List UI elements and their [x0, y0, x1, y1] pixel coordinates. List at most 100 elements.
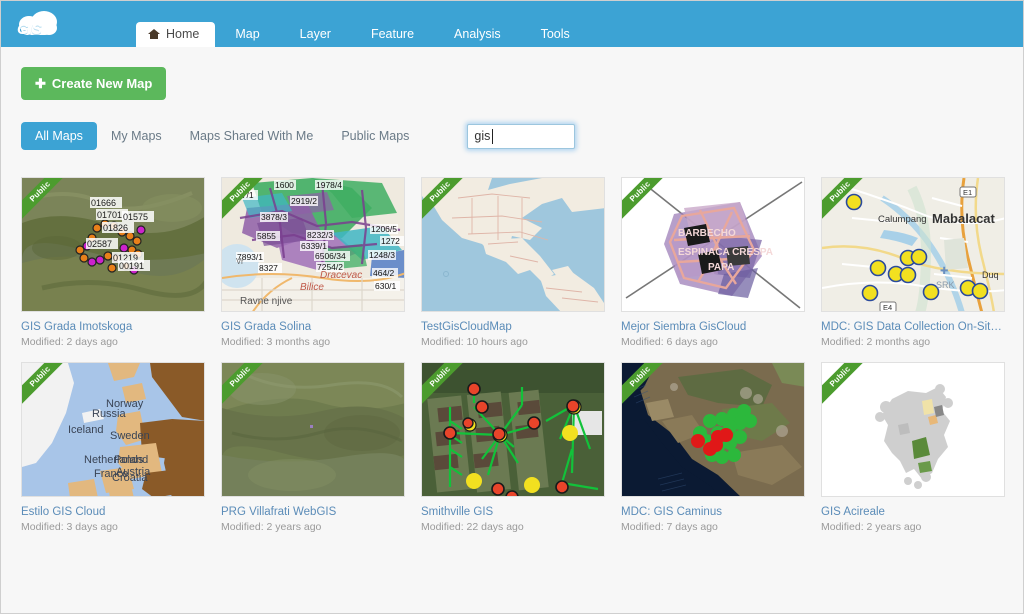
- map-thumbnail[interactable]: Public: [821, 362, 1005, 497]
- svg-text:464/2: 464/2: [373, 268, 395, 278]
- map-card-title[interactable]: GIS Acireale: [821, 506, 1005, 518]
- cloud-icon[interactable]: GIS: [9, 5, 71, 45]
- logo-text: GIS: [17, 21, 42, 38]
- svg-text:01575: 01575: [123, 212, 148, 222]
- filter-all-maps[interactable]: All Maps: [21, 122, 97, 150]
- top-navigation-bar: GIS Home Map Layer Feature Analysis Tool…: [1, 1, 1023, 47]
- map-thumbnail[interactable]: Public: [421, 362, 605, 497]
- map-card[interactable]: Norway Russia Iceland Sweden Netherlands…: [21, 362, 205, 533]
- svg-text:8232/3: 8232/3: [307, 230, 333, 240]
- tab-layer[interactable]: Layer: [280, 22, 351, 47]
- map-card-modified: Modified: 3 days ago: [21, 521, 118, 533]
- filter-my-maps[interactable]: My Maps: [97, 122, 176, 150]
- svg-text:Ravne njive: Ravne njive: [240, 296, 293, 307]
- map-thumbnail[interactable]: 1600 1978/4 97/1 2919/2 3878/3 5855 8232…: [221, 177, 405, 312]
- svg-text:BARBECHO: BARBECHO: [678, 228, 736, 239]
- svg-text:Mabalacat: Mabalacat: [932, 211, 996, 226]
- map-card[interactable]: Public MDC: GIS Caminus Modified: 7 days…: [621, 362, 805, 533]
- map-card-modified: Modified: 3 months ago: [221, 336, 331, 348]
- map-card[interactable]: Public PRG Villafrati WebGIS Modified: 2…: [221, 362, 405, 533]
- svg-text:Russia: Russia: [92, 408, 127, 420]
- text-cursor: [492, 128, 494, 144]
- svg-text:1600: 1600: [275, 180, 294, 190]
- map-card-title[interactable]: Estilo GIS Cloud: [21, 506, 205, 518]
- tab-home[interactable]: Home: [136, 22, 216, 47]
- map-card-title[interactable]: PRG Villafrati WebGIS: [221, 506, 405, 518]
- search-input[interactable]: [467, 123, 576, 149]
- map-card[interactable]: Public GIS Acireale Modified: 2 years ag…: [821, 362, 1005, 533]
- svg-text:SRK: SRK: [936, 280, 955, 290]
- tab-feature[interactable]: Feature: [351, 22, 434, 47]
- svg-text:01666: 01666: [91, 198, 116, 208]
- map-thumbnail[interactable]: Calumpang Mabalacat SRK Duq E1 E4 ✚ Publ…: [821, 177, 1005, 312]
- map-thumbnail[interactable]: Public: [421, 177, 605, 312]
- map-card[interactable]: BARBECHO ESPINACA CRESPA PAPA Public Mej…: [621, 177, 805, 348]
- map-card[interactable]: 1600 1978/4 97/1 2919/2 3878/3 5855 8232…: [221, 177, 405, 348]
- home-icon: [148, 29, 160, 40]
- svg-text:ESPINACA CRESPA: ESPINACA CRESPA: [678, 247, 773, 258]
- svg-text:02587: 02587: [87, 239, 112, 249]
- map-thumbnail[interactable]: Norway Russia Iceland Sweden Netherlands…: [21, 362, 205, 497]
- map-card[interactable]: Calumpang Mabalacat SRK Duq E1 E4 ✚ Publ…: [821, 177, 1005, 348]
- map-thumbnail[interactable]: Public: [621, 362, 805, 497]
- svg-text:Calumpang: Calumpang: [878, 214, 927, 225]
- svg-text:3878/3: 3878/3: [261, 212, 287, 222]
- svg-text:✚: ✚: [940, 266, 948, 277]
- svg-text:2919/2: 2919/2: [291, 196, 317, 206]
- svg-text:5855: 5855: [257, 231, 276, 241]
- map-card-title[interactable]: MDC: GIS Data Collection On-Site - ...: [821, 321, 1005, 333]
- map-card-title[interactable]: MDC: GIS Caminus: [621, 506, 805, 518]
- search-wrapper: [467, 123, 576, 149]
- svg-text:Croatia: Croatia: [112, 472, 148, 484]
- svg-text:6506/34: 6506/34: [315, 251, 346, 261]
- svg-text:E4: E4: [883, 303, 892, 312]
- map-card-title[interactable]: GIS Grada Solina: [221, 321, 405, 333]
- map-card-modified: Modified: 2 years ago: [821, 521, 922, 533]
- map-card-modified: Modified: 10 hours ago: [421, 336, 528, 348]
- svg-text:Duq: Duq: [982, 270, 999, 280]
- map-card-title[interactable]: Smithville GIS: [421, 506, 605, 518]
- map-thumbnail[interactable]: Public: [221, 362, 405, 497]
- svg-text:Vr: Vr: [236, 257, 244, 266]
- svg-text:1978/4: 1978/4: [316, 180, 342, 190]
- tab-home-label: Home: [166, 27, 200, 41]
- svg-text:8327: 8327: [259, 263, 278, 273]
- svg-text:Poland: Poland: [114, 454, 148, 466]
- map-card-modified: Modified: 2 months ago: [821, 336, 931, 348]
- tab-analysis[interactable]: Analysis: [434, 22, 521, 47]
- filter-maps-shared-with-me[interactable]: Maps Shared With Me: [176, 122, 328, 150]
- map-thumbnail[interactable]: BARBECHO ESPINACA CRESPA PAPA Public: [621, 177, 805, 312]
- maps-grid: 01666 01701 01575 01826 02587 01219 0019…: [21, 177, 1005, 533]
- svg-text:E1: E1: [963, 188, 972, 197]
- svg-text:1248/3: 1248/3: [369, 250, 395, 260]
- tab-map[interactable]: Map: [215, 22, 279, 47]
- svg-text:01701: 01701: [97, 210, 122, 220]
- map-card[interactable]: Public Smithville GIS Modified: 22 days …: [421, 362, 605, 533]
- map-card-modified: Modified: 6 days ago: [621, 336, 718, 348]
- filter-bar: All Maps My Maps Maps Shared With Me Pub…: [21, 121, 1003, 151]
- svg-text:Dracevac: Dracevac: [320, 270, 362, 281]
- tab-tools[interactable]: Tools: [521, 22, 590, 47]
- svg-text:6339/1: 6339/1: [301, 241, 327, 251]
- map-card[interactable]: 01666 01701 01575 01826 02587 01219 0019…: [21, 177, 205, 348]
- map-card-title[interactable]: GIS Grada Imotskoga: [21, 321, 205, 333]
- nav-tabs: Home Map Layer Feature Analysis Tools: [136, 1, 590, 47]
- create-new-map-button[interactable]: ✚ Create New Map: [21, 67, 167, 100]
- map-card-title[interactable]: Mejor Siembra GisCloud: [621, 321, 805, 333]
- svg-text:1272: 1272: [381, 236, 400, 246]
- svg-text:Bilice: Bilice: [300, 282, 324, 293]
- svg-text:1206/5: 1206/5: [371, 224, 397, 234]
- svg-text:Sweden: Sweden: [110, 430, 150, 442]
- map-card-title[interactable]: TestGisCloudMap: [421, 321, 605, 333]
- map-card-modified: Modified: 2 days ago: [21, 336, 118, 348]
- application-window: GIS Home Map Layer Feature Analysis Tool…: [0, 0, 1024, 614]
- svg-text:PAPA: PAPA: [708, 262, 734, 273]
- svg-text:01826: 01826: [103, 223, 128, 233]
- svg-text:00191: 00191: [119, 261, 144, 271]
- filter-public-maps[interactable]: Public Maps: [327, 122, 423, 150]
- map-thumbnail[interactable]: 01666 01701 01575 01826 02587 01219 0019…: [21, 177, 205, 312]
- map-card-modified: Modified: 7 days ago: [621, 521, 718, 533]
- map-card-modified: Modified: 22 days ago: [421, 521, 524, 533]
- map-card-modified: Modified: 2 years ago: [221, 521, 322, 533]
- map-card[interactable]: Public TestGisCloudMap Modified: 10 hour…: [421, 177, 605, 348]
